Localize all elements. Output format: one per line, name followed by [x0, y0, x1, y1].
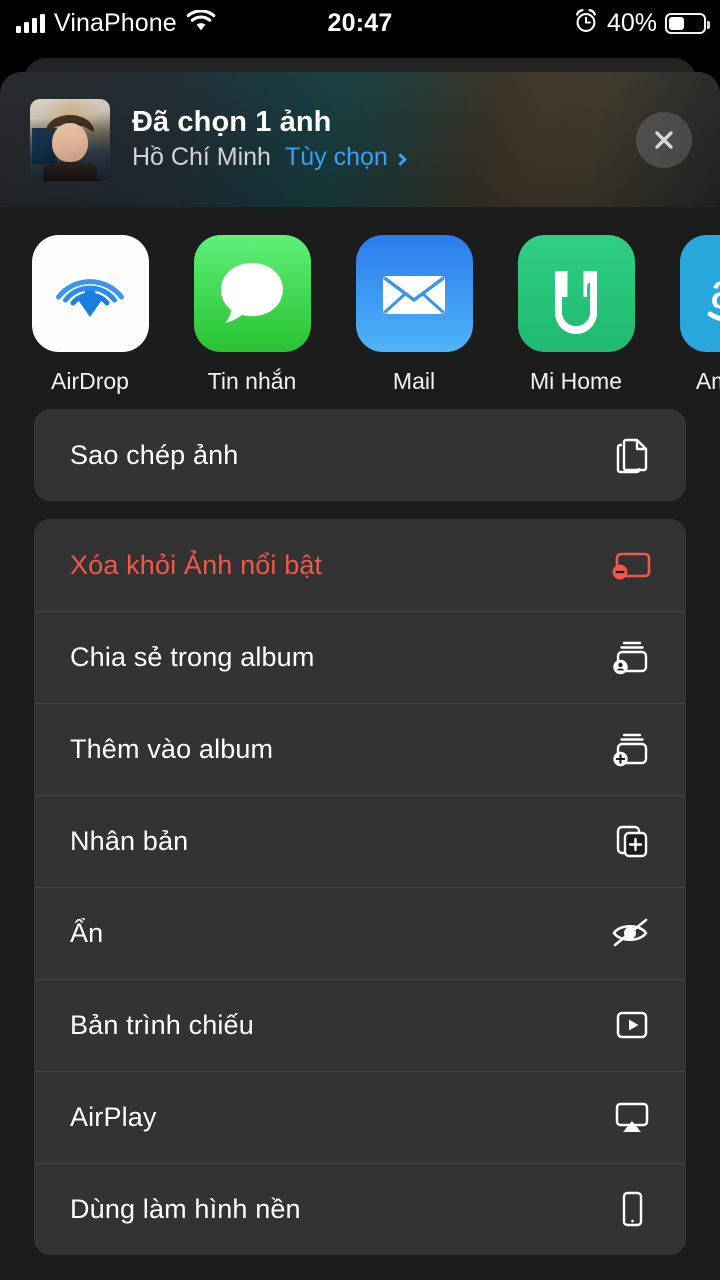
share-sheet-header-text: Đã chọn 1 ảnh Hồ Chí Minh Tùy chọn [132, 107, 636, 172]
action-row-use-as-wallpaper[interactable]: Dùng làm hình nền [34, 1163, 686, 1255]
share-sheet-body: AirDrop Tin nhắn Mail Mi Home A Sao chép… [0, 207, 720, 1280]
battery-percent-label: 40% [606, 8, 657, 37]
action-row-slideshow[interactable]: Bản trình chiếu [34, 979, 686, 1071]
status-bar-right: 40% [573, 8, 710, 39]
action-group-main: Xóa khỏi Ảnh nổi bật Chia sẻ trong album [34, 519, 686, 1255]
share-app-mihome[interactable]: Mi Home [495, 235, 657, 395]
action-row-duplicate[interactable]: Nhân bản [34, 795, 686, 887]
action-label: Xóa khỏi Ảnh nổi bật [70, 549, 323, 580]
close-icon [655, 130, 673, 149]
mail-icon [355, 235, 473, 352]
action-row-hide[interactable]: Ẩn [34, 887, 686, 979]
action-row-add-to-album[interactable]: Thêm vào album [34, 703, 686, 795]
chevron-right-icon [393, 152, 407, 166]
share-sheet-header: Đã chọn 1 ảnh Hồ Chí Minh Tùy chọn [0, 72, 720, 207]
action-label: Sao chép ảnh [70, 439, 239, 470]
alarm-clock-icon [573, 8, 599, 39]
duplicate-icon [608, 817, 656, 865]
share-app-label: Mi Home [529, 368, 622, 394]
action-row-copy-photo[interactable]: Sao chép ảnh [34, 409, 686, 501]
action-label: AirPlay [70, 1101, 157, 1132]
action-label: Ẩn [70, 917, 104, 948]
share-destinations-row[interactable]: AirDrop Tin nhắn Mail Mi Home A [0, 207, 720, 409]
action-row-shared-album[interactable]: Chia sẻ trong album [34, 611, 686, 703]
selected-photo-thumbnail[interactable] [30, 98, 110, 181]
action-label: Bản trình chiếu [70, 1009, 254, 1040]
action-label: Chia sẻ trong album [70, 641, 315, 672]
share-app-label: Tin nhắn [207, 368, 297, 394]
messages-icon [193, 235, 311, 352]
close-button[interactable] [636, 111, 692, 168]
wallpaper-phone-icon [608, 1185, 656, 1233]
action-label: Dùng làm hình nền [70, 1193, 301, 1224]
action-row-remove-from-featured[interactable]: Xóa khỏi Ảnh nổi bật [34, 519, 686, 611]
share-app-label: AirDrop [51, 368, 129, 394]
mihome-icon [517, 235, 635, 352]
share-sheet: Đã chọn 1 ảnh Hồ Chí Minh Tùy chọn AirDr… [0, 72, 720, 1280]
airdrop-icon [31, 235, 149, 352]
amazon-icon: a [679, 235, 720, 352]
selection-title: Đã chọn 1 ảnh [132, 106, 332, 139]
action-label: Thêm vào album [70, 733, 274, 764]
share-app-amazon[interactable]: a Amazon [657, 235, 720, 395]
options-label: Tùy chọn [284, 143, 388, 172]
photo-location-label: Hồ Chí Minh [132, 143, 271, 172]
battery-icon [665, 12, 710, 34]
svg-text:a: a [710, 263, 720, 319]
share-app-label: Mail [392, 368, 436, 394]
status-bar: VinaPhone 20:47 40% [0, 0, 720, 46]
action-label: Nhân bản [70, 825, 189, 856]
share-app-messages[interactable]: Tin nhắn [171, 235, 333, 395]
airplay-icon [608, 1093, 656, 1141]
add-to-album-icon [608, 725, 656, 773]
share-app-mail[interactable]: Mail [333, 235, 495, 395]
options-button[interactable]: Tùy chọn [284, 143, 407, 172]
action-row-airplay[interactable]: AirPlay [34, 1071, 686, 1163]
remove-from-featured-icon [608, 541, 656, 589]
shared-album-icon [608, 633, 656, 681]
share-app-airdrop[interactable]: AirDrop [9, 235, 171, 395]
copy-photo-icon [608, 431, 656, 479]
phone-screen: VinaPhone 20:47 40% Đã chọn 1 ảnh Hồ Chí… [0, 0, 720, 1280]
slideshow-play-icon [608, 1001, 656, 1049]
hide-eye-slash-icon [608, 909, 656, 957]
share-app-label: Amazon [695, 368, 720, 394]
action-group-copy: Sao chép ảnh [34, 409, 686, 501]
